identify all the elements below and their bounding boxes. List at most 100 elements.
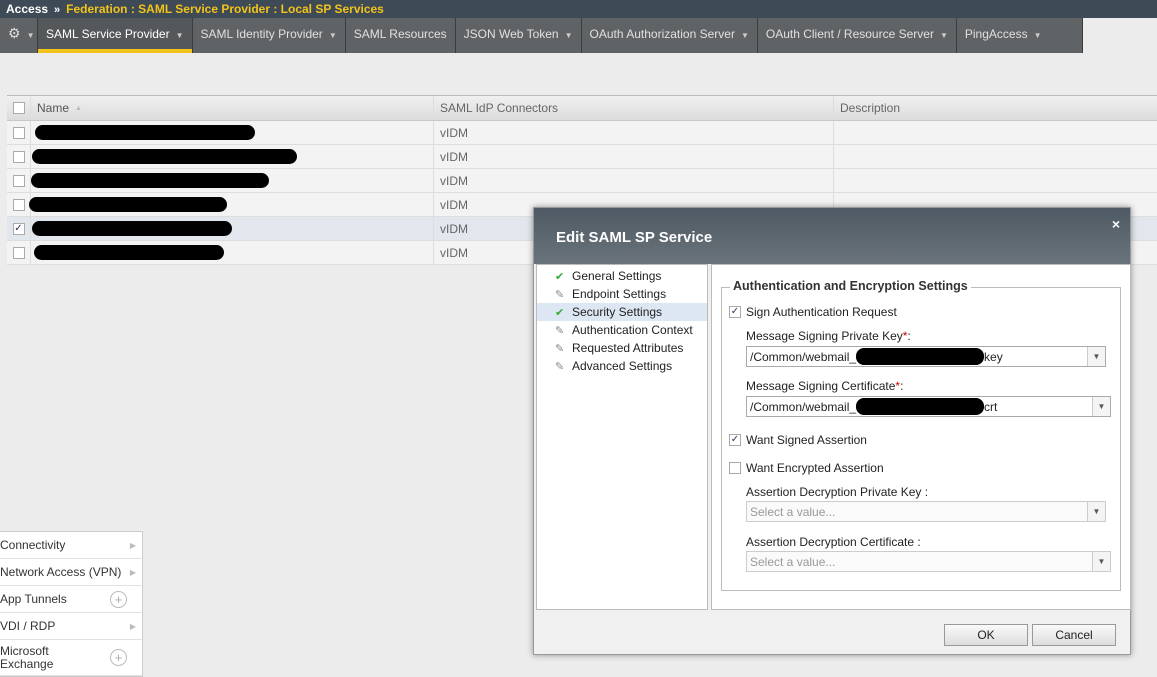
menu-item-label: VDI / RDP — [0, 619, 56, 633]
row-checkbox-cell — [7, 174, 30, 187]
decrypt-key-label: Assertion Decryption Private Key : — [746, 485, 929, 499]
row-checkbox[interactable] — [12, 174, 25, 187]
connector-cell: vIDM — [433, 169, 833, 192]
table-row[interactable]: vIDM — [7, 121, 1157, 145]
signing-cert-select[interactable]: /Common/webmail_ crt ▼ — [746, 396, 1111, 417]
row-checkbox[interactable] — [12, 198, 25, 211]
breadcrumb-root[interactable]: Access — [6, 2, 48, 16]
tab-label: OAuth Client / Resource Server — [765, 27, 934, 41]
tab-label: JSON Web Token — [463, 27, 559, 41]
signing-key-select[interactable]: /Common/webmail_ key ▼ — [746, 346, 1106, 367]
table-row[interactable]: vIDM — [7, 169, 1157, 193]
menu-item-label: Network Access (VPN) — [0, 565, 122, 579]
row-checkbox[interactable] — [12, 246, 25, 259]
chevron-right-icon: ▶ — [129, 621, 136, 631]
pending-icon: ✎ — [555, 342, 565, 355]
redacted-name — [31, 173, 269, 188]
pending-icon: ✎ — [555, 324, 565, 337]
add-icon[interactable]: + — [110, 590, 127, 608]
nav-item-general-settings[interactable]: ✔ General Settings — [537, 267, 707, 285]
description-cell — [833, 169, 1157, 192]
nav-item-advanced-settings[interactable]: ✎ Advanced Settings — [537, 357, 707, 375]
close-icon[interactable]: × — [1112, 216, 1120, 232]
auth-encryption-fieldset: Authentication and Encryption Settings ✓… — [721, 279, 1121, 591]
redacted-name — [35, 125, 255, 140]
tab-oauth-client-resource-server[interactable]: OAuth Client / Resource Server ▼ — [757, 18, 957, 53]
menu-item-vdi-rdp[interactable]: VDI / RDP ▶ — [0, 613, 142, 640]
name-cell[interactable] — [30, 121, 433, 144]
menu-item-connectivity[interactable]: Connectivity ▶ — [0, 532, 142, 559]
select-all-checkbox[interactable] — [12, 102, 25, 114]
tab-bar: ⚙ ▼ SAML Service Provider ▼ SAML Identity P… — [0, 18, 1083, 53]
chevron-down-icon[interactable]: ▼ — [176, 31, 184, 40]
chevron-right-icon: ▶ — [129, 567, 136, 577]
table-header: Name ▲ SAML IdP Connectors Description — [7, 96, 1157, 121]
section-title: Authentication and Encryption Settings — [730, 279, 971, 293]
column-name[interactable]: Name ▲ — [30, 96, 433, 120]
ok-button[interactable]: OK — [944, 624, 1028, 646]
redacted-name — [29, 197, 227, 212]
security-settings-panel: Authentication and Encryption Settings ✓… — [711, 264, 1131, 610]
chevron-down-icon: ▼ — [1087, 347, 1105, 366]
menu-item-label: Connectivity — [0, 538, 66, 552]
menu-item-label: App Tunnels — [0, 592, 67, 606]
row-checkbox[interactable]: ✓ — [12, 222, 25, 235]
chevron-down-icon[interactable]: ▼ — [565, 31, 573, 40]
connector-cell: vIDM — [433, 121, 833, 144]
column-description[interactable]: Description — [833, 96, 1157, 120]
check-icon: ✔ — [555, 306, 565, 319]
tab-label: SAML Service Provider — [46, 27, 170, 41]
nav-item-label: Endpoint Settings — [572, 287, 667, 301]
column-connectors[interactable]: SAML IdP Connectors — [433, 96, 833, 120]
nav-item-authentication-context[interactable]: ✎ Authentication Context — [537, 321, 707, 339]
chevron-down-icon[interactable]: ▼ — [940, 31, 948, 40]
want-encrypted-checkbox[interactable]: Want Encrypted Assertion — [729, 461, 884, 475]
tab-pingaccess[interactable]: PingAccess ▼ — [956, 18, 1083, 53]
row-checkbox[interactable] — [12, 150, 25, 163]
name-cell[interactable] — [30, 241, 433, 264]
chevron-down-icon[interactable]: ▼ — [1034, 31, 1042, 40]
nav-item-label: General Settings — [572, 269, 662, 283]
gear-menu-button[interactable]: ⚙ ▼ — [0, 18, 38, 53]
row-checkbox[interactable] — [12, 126, 25, 139]
nav-item-label: Requested Attributes — [572, 341, 684, 355]
want-signed-checkbox[interactable]: ✓ Want Signed Assertion — [729, 433, 867, 447]
menu-item-microsoft-exchange[interactable]: Microsoft Exchange + — [0, 640, 142, 676]
dialog-nav: ✔ General Settings ✎ Endpoint Settings ✔ Secu… — [536, 264, 708, 610]
tab-saml-identity-provider[interactable]: SAML Identity Provider ▼ — [192, 18, 346, 53]
name-cell[interactable] — [29, 193, 433, 216]
signing-cert-label: Message Signing Certificate*: — [746, 379, 904, 393]
name-cell[interactable] — [30, 145, 433, 168]
edit-saml-sp-dialog: Edit SAML SP Service × ✔ General Settings… — [533, 207, 1131, 655]
decrypt-key-select[interactable]: Select a value... ▼ — [746, 501, 1106, 522]
decrypt-cert-select[interactable]: Select a value... ▼ — [746, 551, 1111, 572]
tab-label: OAuth Authorization Server — [589, 27, 735, 41]
dialog-title: Edit SAML SP Service — [534, 208, 1130, 264]
redacted-name — [32, 149, 297, 164]
breadcrumb-path: Federation : SAML Service Provider : Loc… — [66, 2, 384, 16]
tab-saml-resources[interactable]: SAML Resources — [345, 18, 456, 53]
chevron-down-icon[interactable]: ▼ — [329, 31, 337, 40]
redacted-name — [34, 245, 224, 260]
nav-item-endpoint-settings[interactable]: ✎ Endpoint Settings — [537, 285, 707, 303]
cancel-button[interactable]: Cancel — [1032, 624, 1116, 646]
chevron-down-icon: ▼ — [1092, 397, 1110, 416]
menu-item-network-access-vpn-[interactable]: Network Access (VPN) ▶ — [0, 559, 142, 586]
decrypt-cert-label: Assertion Decryption Certificate : — [746, 535, 921, 549]
chevron-down-icon: ▼ — [1092, 552, 1110, 571]
description-cell — [833, 145, 1157, 168]
chevron-down-icon[interactable]: ▼ — [741, 31, 749, 40]
name-cell[interactable] — [30, 217, 433, 240]
menu-item-app-tunnels[interactable]: App Tunnels + — [0, 586, 142, 613]
nav-item-requested-attributes[interactable]: ✎ Requested Attributes — [537, 339, 707, 357]
add-icon[interactable]: + — [110, 649, 127, 666]
tab-saml-service-provider[interactable]: SAML Service Provider ▼ — [38, 18, 193, 53]
table-row[interactable]: vIDM — [7, 145, 1157, 169]
tab-oauth-authorization-server[interactable]: OAuth Authorization Server ▼ — [581, 18, 758, 53]
sign-request-checkbox[interactable]: ✓ Sign Authentication Request — [729, 305, 897, 319]
tab-json-web-token[interactable]: JSON Web Token ▼ — [455, 18, 582, 53]
name-cell[interactable] — [30, 169, 433, 192]
nav-item-security-settings[interactable]: ✔ Security Settings — [537, 303, 707, 321]
description-cell — [833, 121, 1157, 144]
gear-icon: ⚙ — [8, 25, 21, 41]
